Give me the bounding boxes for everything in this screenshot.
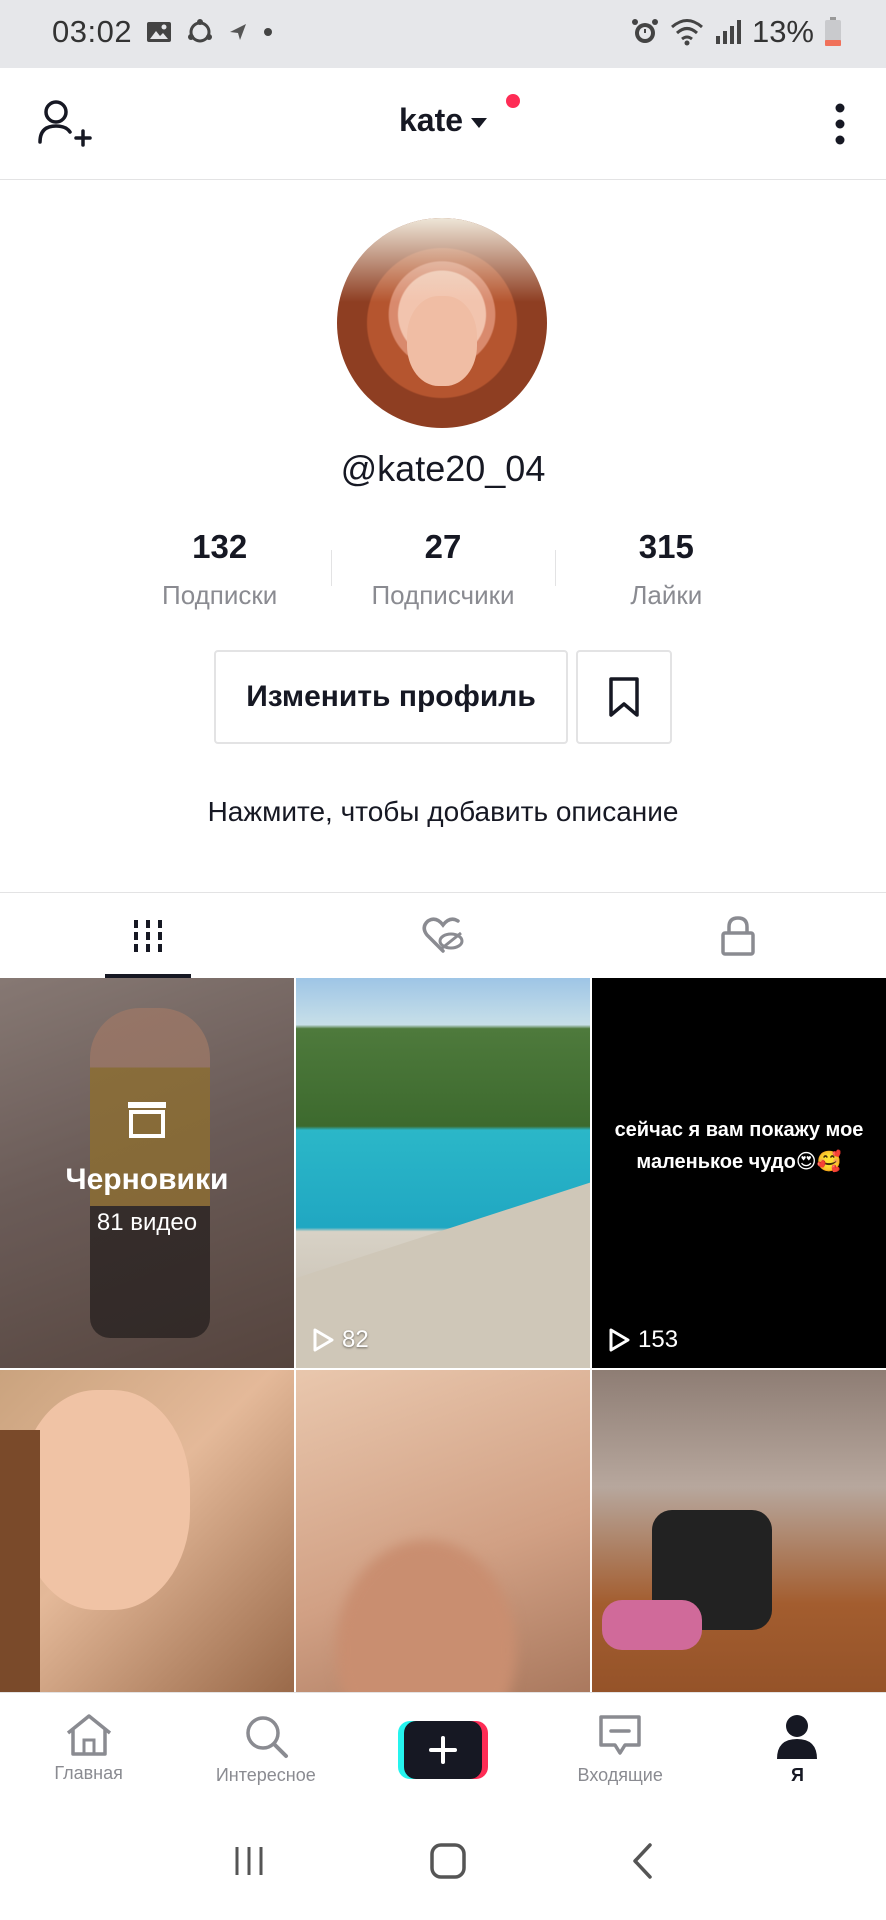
nav-inbox[interactable]: Входящие	[532, 1693, 709, 1802]
search-icon	[246, 1716, 288, 1758]
create-button[interactable]	[398, 1721, 488, 1779]
video-caption: сейчас я вам покажу мое маленькое чудо😍🥰	[614, 1119, 864, 1173]
tab-videos[interactable]	[0, 893, 295, 978]
avatar[interactable]	[337, 218, 547, 428]
system-nav-bar	[0, 1802, 886, 1920]
video-tile[interactable]: сейчас я вам покажу мое маленькое чудо😍🥰…	[592, 978, 886, 1368]
nav-label: Входящие	[577, 1765, 663, 1785]
status-time: 03:02	[52, 14, 133, 49]
view-count-text: 82	[342, 1326, 369, 1353]
stat-label: Лайки	[630, 580, 703, 610]
stat-value: 27	[424, 528, 462, 565]
bookmark-icon	[609, 677, 639, 717]
nav-label: Интересное	[215, 1765, 316, 1785]
stat-value: 132	[192, 528, 248, 565]
dot-icon	[264, 28, 272, 36]
image-icon	[147, 22, 171, 42]
stat-likes[interactable]: 315 Лайки	[554, 528, 778, 611]
back-icon[interactable]	[630, 1842, 654, 1880]
lock-icon	[721, 915, 756, 956]
view-count-text: 153	[638, 1326, 679, 1353]
profile-tabs	[0, 892, 886, 978]
drafts-tile[interactable]: Черновики 81 видео	[0, 978, 294, 1368]
username: @kate20_04	[340, 448, 546, 489]
tab-private[interactable]	[591, 893, 886, 978]
bottom-nav: Главная Интересное Входящие Я	[0, 1692, 886, 1802]
home-icon	[66, 1714, 111, 1756]
liked-hidden-icon	[422, 916, 464, 953]
bio-prompt[interactable]: Нажмите, чтобы добавить описание	[0, 796, 886, 828]
sync-icon	[188, 19, 212, 43]
stat-label: Подписчики	[371, 580, 515, 610]
video-tile[interactable]	[592, 1370, 886, 1692]
profile-header: kate	[0, 68, 886, 180]
video-grid: Черновики 81 видео 82 сейчас я вам покаж…	[0, 978, 886, 1692]
tab-liked[interactable]	[295, 893, 590, 978]
view-count: 82	[312, 1326, 369, 1354]
profile-icon	[777, 1715, 818, 1759]
stat-followers[interactable]: 27 Подписчики	[331, 528, 554, 611]
account-name: kate	[398, 102, 464, 138]
video-tile[interactable]	[296, 1370, 590, 1692]
chevron-down-icon	[471, 117, 488, 128]
edit-profile-button[interactable]: Изменить профиль	[214, 650, 568, 744]
drafts-icon	[128, 1102, 166, 1138]
drafts-count: 81 видео	[96, 1209, 198, 1236]
profile-stats: 132 Подписки 27 Подписчики 315 Лайки	[108, 528, 778, 611]
alarm-icon	[631, 19, 658, 43]
favorites-button[interactable]	[576, 650, 672, 744]
video-tile[interactable]	[0, 1370, 294, 1692]
grid-icon	[133, 919, 162, 952]
recent-apps-icon[interactable]	[232, 1844, 266, 1878]
signal-arrow-icon	[230, 24, 246, 40]
inbox-icon	[599, 1715, 641, 1755]
play-icon	[313, 1328, 334, 1352]
nav-profile[interactable]: Я	[709, 1693, 886, 1802]
battery-text: 13%	[751, 14, 814, 49]
drafts-title: Черновики	[65, 1163, 229, 1196]
wifi-icon	[670, 19, 703, 46]
nav-label: Я	[790, 1765, 804, 1785]
nav-create[interactable]	[354, 1693, 531, 1802]
more-vertical-icon	[835, 103, 845, 145]
status-bar: 03:02 13%	[0, 0, 886, 68]
nav-discover[interactable]: Интересное	[177, 1693, 354, 1802]
cell-signal-icon	[715, 20, 741, 44]
notification-dot	[506, 94, 520, 108]
stat-label: Подписки	[162, 580, 278, 610]
account-switcher[interactable]: kate	[0, 102, 886, 139]
view-count: 153	[608, 1326, 678, 1354]
nav-label: Главная	[54, 1763, 123, 1783]
video-tile[interactable]: 82	[296, 978, 590, 1368]
home-button-icon[interactable]	[429, 1842, 467, 1880]
battery-icon	[825, 17, 841, 46]
plus-icon	[429, 1736, 457, 1764]
nav-home[interactable]: Главная	[0, 1693, 177, 1802]
stat-value: 315	[638, 528, 694, 565]
stat-following[interactable]: 132 Подписки	[108, 528, 331, 611]
play-icon	[609, 1328, 630, 1352]
more-options-button[interactable]	[834, 102, 846, 146]
